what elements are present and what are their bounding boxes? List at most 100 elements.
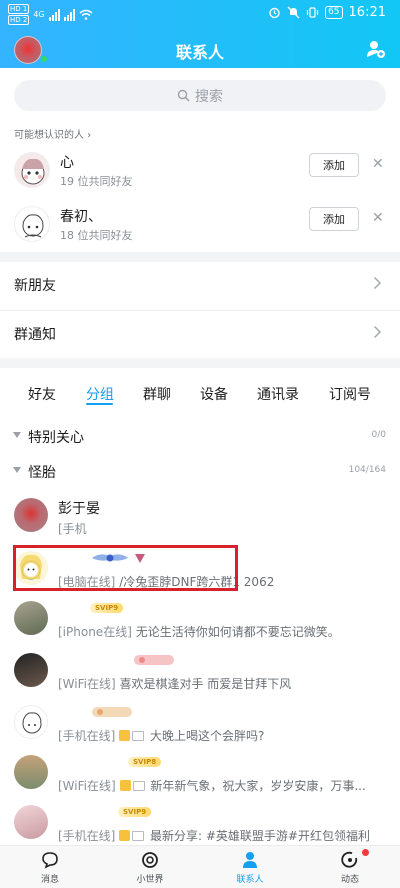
clock: 16:21 bbox=[348, 5, 386, 20]
recommend-label[interactable]: 可能想认识的人 › bbox=[14, 126, 91, 141]
section-divider bbox=[0, 252, 400, 262]
vibrate-icon bbox=[306, 7, 319, 18]
friend-row[interactable]: [手机在线] 大晚上喝这个会胖吗? bbox=[0, 705, 400, 753]
recommend-name: 春初、 bbox=[60, 209, 102, 225]
svip-badge: SVIP8 bbox=[128, 757, 162, 767]
crown-icon bbox=[119, 730, 131, 741]
signature: 最新分享: #英雄联盟手游#开红包领福利 bbox=[146, 829, 370, 843]
mutual-friends: 18 位共同好友 bbox=[60, 229, 133, 242]
tab-groups[interactable]: 分组 bbox=[86, 384, 114, 404]
collapse-icon bbox=[13, 432, 21, 438]
friend-status: [手机在线] 大晚上喝这个会胖吗? bbox=[58, 727, 264, 744]
vip-badges: SVIP8 bbox=[128, 755, 162, 769]
recommend-name: 心 bbox=[60, 155, 74, 171]
dismiss-icon[interactable]: ✕ bbox=[372, 210, 384, 226]
decor-badge-icon bbox=[134, 655, 174, 665]
recommend-item[interactable]: 春初、 18 位共同好友 添加 ✕ bbox=[0, 200, 400, 252]
group-notice-entry[interactable]: 群通知 bbox=[0, 311, 400, 359]
signal-icon bbox=[48, 8, 60, 21]
recommend-avatar[interactable] bbox=[14, 152, 50, 188]
crown-icon bbox=[119, 830, 131, 841]
search-input[interactable]: 搜索 bbox=[14, 80, 386, 111]
dismiss-icon[interactable]: ✕ bbox=[372, 156, 384, 172]
friend-avatar[interactable] bbox=[14, 705, 48, 739]
group-count: 104/164 bbox=[348, 465, 386, 475]
friend-row[interactable]: 彭于晏 [手机 bbox=[0, 498, 400, 546]
friend-avatar[interactable] bbox=[14, 805, 48, 839]
group-name: 特别关心 bbox=[28, 430, 84, 446]
group-notice-label: 群通知 bbox=[14, 327, 56, 343]
group-header[interactable]: 特别关心 0/0 bbox=[0, 425, 400, 449]
friend-status: [iPhone在线] 无论生活待你如何请都不要忘记微笑。 bbox=[58, 623, 340, 640]
tab-group-chats[interactable]: 群聊 bbox=[143, 384, 171, 404]
mutual-friends: 19 位共同好友 bbox=[60, 175, 133, 188]
tab-friends[interactable]: 好友 bbox=[28, 384, 56, 404]
online-status: [手机在线] bbox=[58, 729, 116, 743]
online-status: [手机在线] bbox=[58, 829, 116, 843]
friend-status: [WiFi在线] 新年新气象，祝大家，岁岁安康，万事... bbox=[58, 777, 366, 794]
signal2-icon bbox=[63, 8, 75, 21]
nav-small-world[interactable]: 小世界 bbox=[120, 846, 180, 888]
contacts-icon bbox=[243, 852, 257, 868]
page-title: 联系人 bbox=[175, 43, 224, 62]
sim-indicators: HD 1 HD 2 bbox=[8, 4, 30, 25]
bottom-nav: 消息 小世界 联系人 动态 bbox=[0, 845, 400, 888]
friend-status: [手机 bbox=[58, 520, 87, 537]
tab-subscriptions[interactable]: 订阅号 bbox=[329, 384, 371, 404]
nav-moments[interactable]: 动态 bbox=[320, 846, 380, 888]
vip-badges bbox=[92, 705, 132, 719]
signature: 新年新气象，祝大家，岁岁安康，万事... bbox=[146, 779, 366, 793]
search-icon bbox=[177, 89, 190, 102]
recommend-avatar[interactable] bbox=[14, 206, 50, 242]
friend-status: [手机在线] 最新分享: #英雄联盟手游#开红包领福利 bbox=[58, 827, 370, 844]
online-status: [iPhone在线] bbox=[58, 625, 132, 639]
tab-active-indicator bbox=[86, 403, 113, 405]
nav-label: 小世界 bbox=[136, 875, 164, 885]
wifi-icon bbox=[79, 9, 93, 20]
signature: 大晚上喝这个会胖吗? bbox=[146, 729, 265, 743]
friend-row[interactable]: SVIP8 [WiFi在线] 新年新气象，祝大家，岁岁安康，万事... bbox=[0, 755, 400, 803]
new-friends-entry[interactable]: 新朋友 bbox=[0, 262, 400, 310]
signature: 无论生活待你如何请都不要忘记微笑。 bbox=[131, 625, 340, 639]
recommend-item[interactable]: 心 19 位共同好友 添加 ✕ bbox=[0, 146, 400, 198]
signature: 喜欢是棋逢对手 而爱是甘拜下风 bbox=[115, 677, 292, 691]
group-header[interactable]: 怪胎 104/164 bbox=[0, 460, 400, 484]
decor-badge-icon bbox=[92, 707, 132, 717]
nav-messages[interactable]: 消息 bbox=[20, 846, 80, 888]
collapse-icon bbox=[13, 467, 21, 473]
friend-avatar[interactable] bbox=[14, 755, 48, 789]
tab-address-book[interactable]: 通讯录 bbox=[257, 384, 299, 404]
friend-avatar[interactable] bbox=[14, 498, 48, 532]
group-count: 0/0 bbox=[371, 430, 386, 440]
nav-contacts[interactable]: 联系人 bbox=[220, 846, 280, 888]
online-status: [WiFi在线] bbox=[58, 779, 116, 793]
mute-icon bbox=[287, 6, 300, 19]
friend-avatar[interactable] bbox=[14, 601, 48, 635]
add-friend-button[interactable]: 添加 bbox=[309, 207, 359, 231]
image-icon bbox=[132, 831, 145, 841]
add-friend-button[interactable]: 添加 bbox=[309, 153, 359, 177]
online-status: [手机 bbox=[58, 522, 87, 536]
tab-devices[interactable]: 设备 bbox=[200, 384, 228, 404]
contact-tabs: 好友 分组 群聊 设备 通讯录 订阅号 bbox=[0, 380, 400, 410]
battery-icon: 65 bbox=[325, 6, 343, 19]
new-friends-label: 新朋友 bbox=[14, 278, 56, 294]
nav-label: 动态 bbox=[340, 875, 359, 885]
nav-bar: 联系人 bbox=[0, 30, 400, 68]
search-placeholder: 搜索 bbox=[195, 88, 223, 105]
status-left: HD 1 HD 2 4G bbox=[8, 4, 93, 25]
search-section: 搜索 bbox=[0, 68, 400, 122]
crown-icon bbox=[119, 780, 131, 791]
svip-badge: SVIP9 bbox=[118, 807, 152, 817]
friend-row[interactable]: [WiFi在线] 喜欢是棋逢对手 而爱是甘拜下风 bbox=[0, 653, 400, 701]
image-icon bbox=[132, 731, 145, 741]
friend-avatar[interactable] bbox=[14, 653, 48, 687]
network-label: 4G bbox=[33, 10, 45, 19]
chevron-right-icon bbox=[373, 276, 382, 290]
status-bar: HD 1 HD 2 4G 65 16:21 bbox=[0, 0, 400, 28]
nav-label: 联系人 bbox=[236, 875, 264, 885]
friend-row[interactable]: SVIP9 [iPhone在线] 无论生活待你如何请都不要忘记微笑。 bbox=[0, 601, 400, 649]
vip-badges: SVIP9 bbox=[90, 601, 124, 615]
nav-label: 消息 bbox=[40, 875, 59, 885]
add-contact-icon[interactable] bbox=[366, 39, 386, 59]
